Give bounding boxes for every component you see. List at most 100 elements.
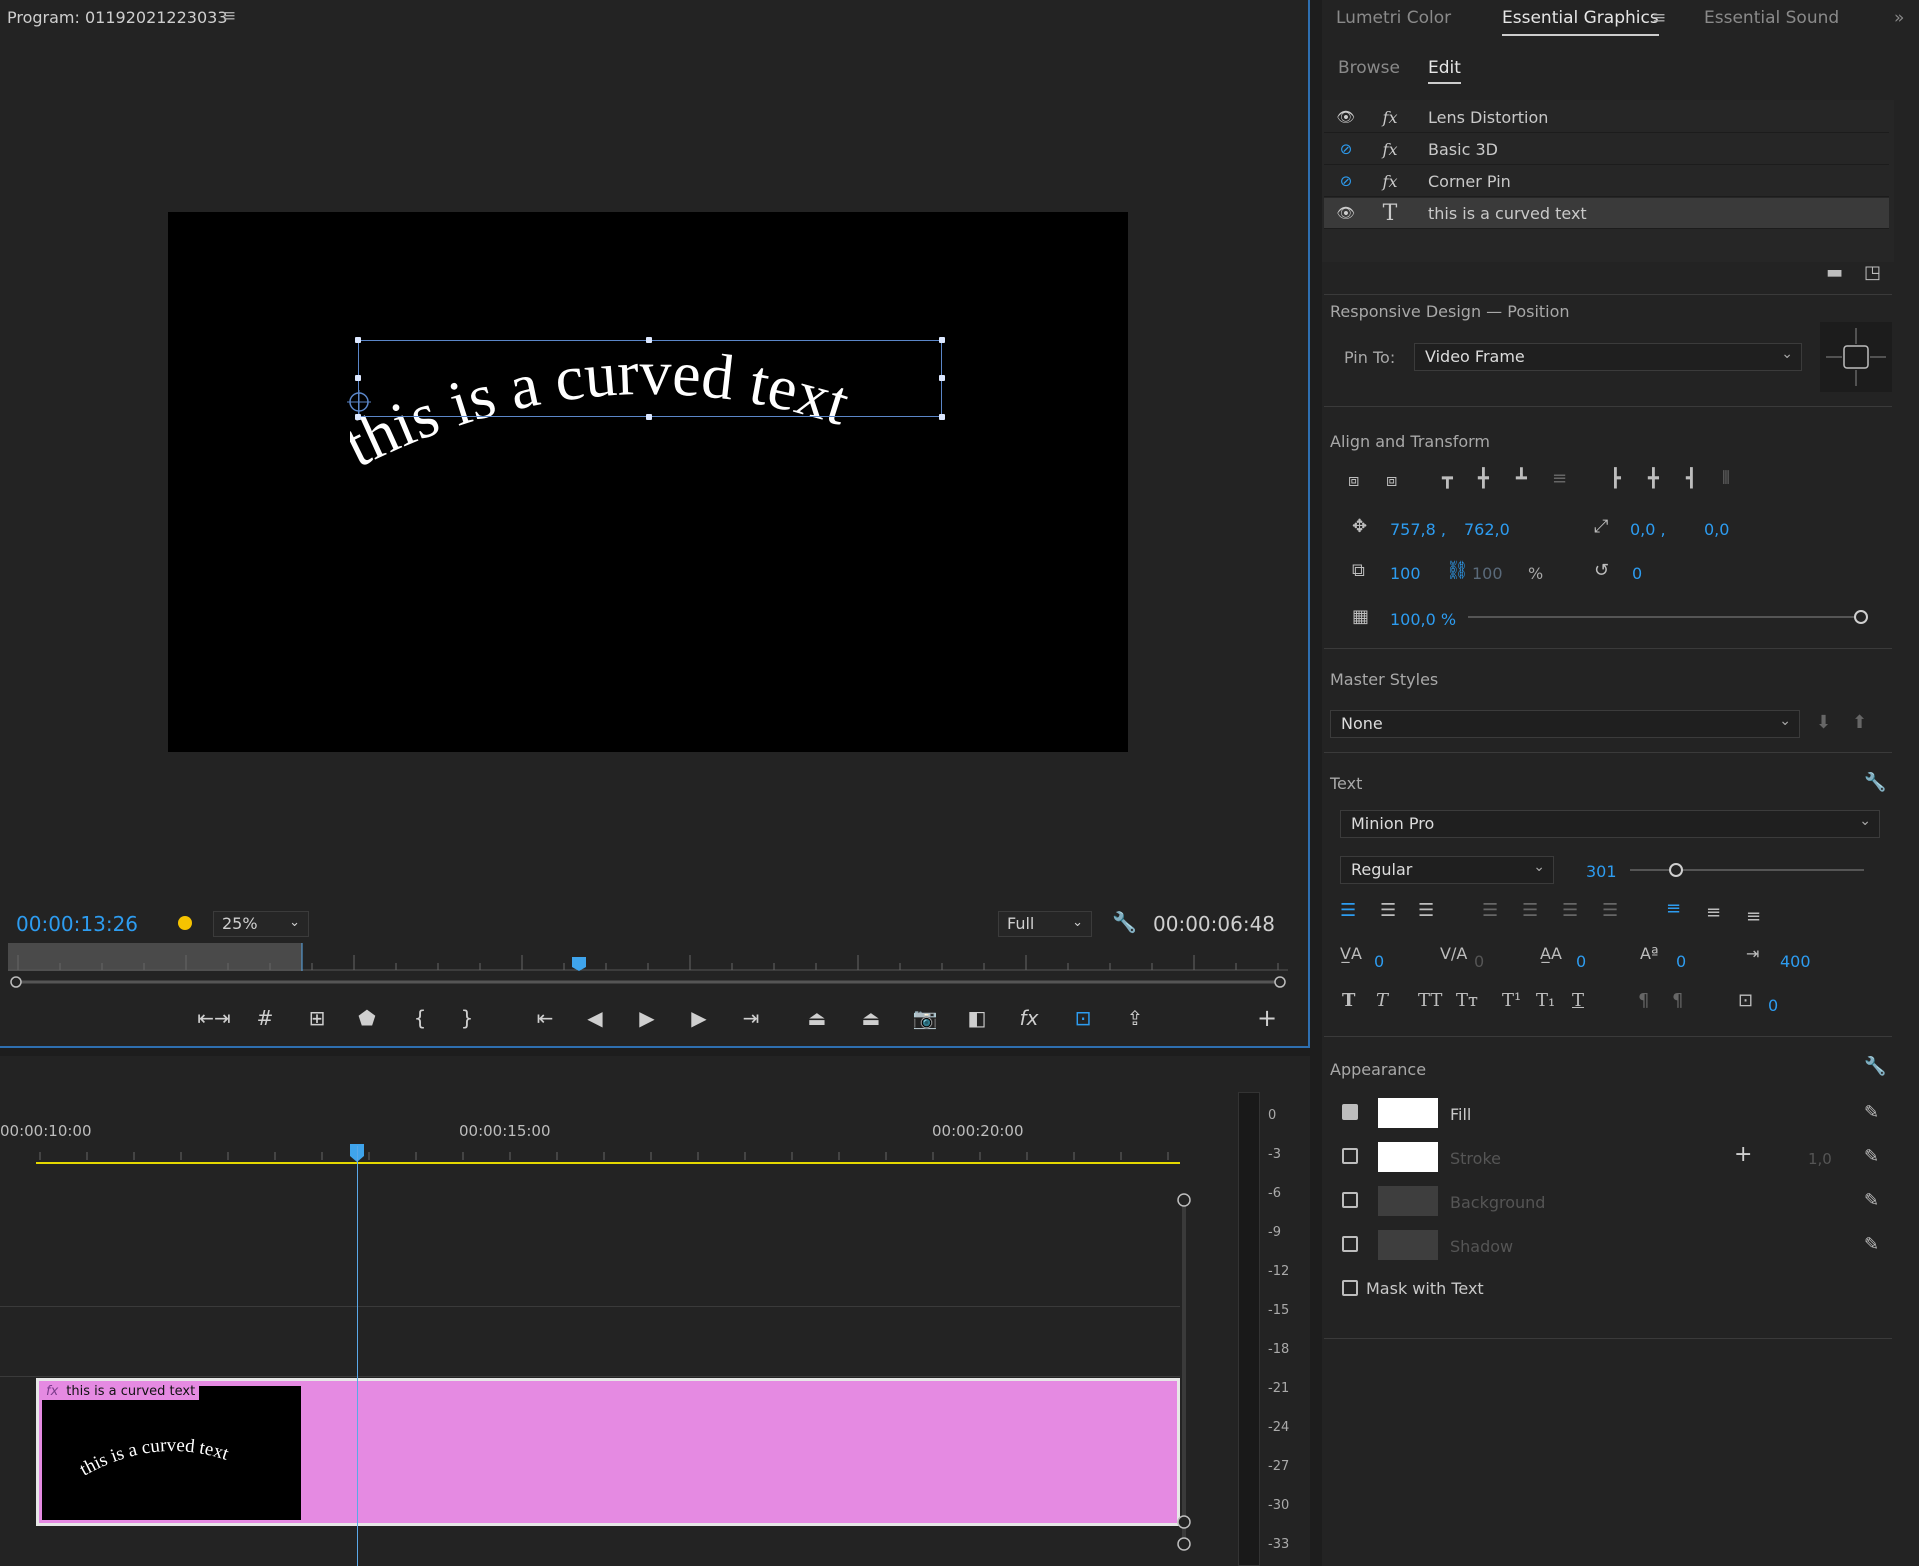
resize-handle[interactable] — [939, 337, 945, 343]
eyedropper-icon[interactable]: ✎ — [1864, 1234, 1879, 1255]
faux-italic-icon[interactable]: T — [1376, 990, 1388, 1011]
faux-bold-icon[interactable]: T — [1342, 990, 1355, 1011]
align-left-icon[interactable]: ┣ — [1610, 468, 1621, 489]
eye-icon[interactable]: 👁 — [1324, 204, 1368, 222]
background-color-swatch[interactable] — [1378, 1186, 1438, 1216]
align-bottom-icon[interactable]: ┻ — [1516, 468, 1527, 489]
panel-menu-icon[interactable]: ≡ — [1652, 8, 1666, 28]
step-back-icon[interactable]: ◀ — [580, 1000, 610, 1036]
rotation-value[interactable]: 0 — [1632, 564, 1642, 583]
resize-handle[interactable] — [939, 414, 945, 420]
eye-icon[interactable]: 👁 — [1324, 108, 1368, 126]
stroke-checkbox[interactable] — [1342, 1148, 1358, 1164]
vr-video-icon[interactable]: ◧ — [962, 1000, 992, 1036]
small-caps-icon[interactable]: Tᴛ — [1456, 990, 1478, 1011]
appearance-wrench-icon[interactable]: 🔧 — [1864, 1056, 1886, 1077]
superscript-icon[interactable]: T¹ — [1502, 990, 1521, 1011]
center-align-text-vertically-icon[interactable]: ≡ — [1706, 902, 1721, 923]
align-horizontal-center-frame-icon[interactable]: ⧈ — [1386, 470, 1397, 491]
subscript-icon[interactable]: T₁ — [1536, 990, 1555, 1011]
export-frame-icon[interactable]: 📷 — [910, 1000, 940, 1036]
font-size-value[interactable]: 301 — [1586, 862, 1617, 881]
playhead-marker[interactable] — [572, 957, 586, 971]
new-layer-icon[interactable]: ◳ — [1864, 262, 1881, 283]
program-time-ruler[interactable] — [8, 943, 1288, 973]
align-top-icon[interactable]: ┳ — [1442, 468, 1453, 489]
mark-in-icon[interactable]: { — [405, 1000, 435, 1036]
eye-hidden-icon[interactable]: ⊘ — [1324, 172, 1368, 190]
pull-from-style-icon[interactable]: ⬆ — [1852, 712, 1867, 733]
resize-handle[interactable] — [355, 375, 361, 381]
layer-row[interactable]: ⊘ fx Basic 3D — [1324, 134, 1889, 165]
all-caps-icon[interactable]: TT — [1418, 990, 1442, 1011]
baseline-value[interactable]: 0 — [1676, 952, 1686, 971]
subtab-edit[interactable]: Edit — [1428, 58, 1461, 84]
align-right-icon[interactable]: ┫ — [1686, 468, 1697, 489]
safe-margins-icon[interactable]: # — [250, 1000, 280, 1036]
mask-with-text-checkbox[interactable] — [1342, 1280, 1358, 1296]
hamburger-menu-icon[interactable]: ≡ — [222, 6, 236, 26]
resize-handle[interactable] — [646, 337, 652, 343]
more-tabs-icon[interactable]: » — [1894, 8, 1904, 28]
shadow-checkbox[interactable] — [1342, 1236, 1358, 1252]
scale-value[interactable]: 100 — [1390, 564, 1421, 583]
tab-lumetri-color[interactable]: Lumetri Color — [1336, 8, 1451, 28]
tab-essential-sound[interactable]: Essential Sound — [1704, 8, 1839, 28]
resize-handle[interactable] — [939, 375, 945, 381]
comparison-view-icon[interactable]: ⊞ — [302, 1000, 332, 1036]
resize-handle[interactable] — [355, 414, 361, 420]
align-horizontal-center-icon[interactable]: ╋ — [1648, 468, 1659, 489]
add-marker-icon[interactable]: ⬟ — [352, 1000, 382, 1036]
kerning-value[interactable]: 0 — [1374, 952, 1384, 971]
layer-row[interactable]: 👁 fx Lens Distortion — [1324, 102, 1889, 133]
position-y[interactable]: 762,0 — [1464, 520, 1510, 539]
underline-icon[interactable]: T — [1572, 990, 1584, 1011]
timeline-ruler[interactable] — [0, 1144, 1190, 1162]
pin-to-dropdown[interactable]: Video Frame ⌄ — [1414, 343, 1802, 371]
layer-row[interactable]: 👁 T this is a curved text — [1324, 198, 1889, 229]
resize-handle[interactable] — [355, 337, 361, 343]
align-text-left-icon[interactable]: ☰ — [1340, 900, 1356, 921]
playback-resolution-dropdown[interactable]: Full ⌄ — [998, 911, 1092, 937]
align-vertical-center-frame-icon[interactable]: ⧈ — [1348, 470, 1359, 491]
selection-box[interactable] — [347, 337, 945, 420]
anchor-y[interactable]: 0,0 — [1704, 520, 1729, 539]
layer-row[interactable]: ⊘ fx Corner Pin — [1324, 166, 1889, 197]
font-size-slider[interactable] — [1630, 860, 1864, 880]
export-icon[interactable]: ⇪ — [1120, 1000, 1150, 1036]
insert-icon[interactable]: ⇤⇥ — [197, 1000, 231, 1036]
top-align-text-icon[interactable]: ≡ — [1666, 898, 1681, 919]
eyedropper-icon[interactable]: ✎ — [1864, 1102, 1879, 1123]
font-style-dropdown[interactable]: Regular ⌄ — [1340, 856, 1554, 884]
add-button-icon[interactable]: + — [1252, 1000, 1282, 1036]
go-to-out-icon[interactable]: ⇥ — [736, 1000, 766, 1036]
go-to-in-icon[interactable]: ⇤ — [530, 1000, 560, 1036]
opacity-slider[interactable] — [1468, 607, 1876, 627]
align-text-right-icon[interactable]: ☰ — [1418, 900, 1434, 921]
fill-checkbox[interactable] — [1342, 1104, 1358, 1120]
push-to-style-icon[interactable]: ⬇ — [1816, 712, 1831, 733]
fx-icon[interactable]: fx — [1014, 1000, 1044, 1036]
mark-out-icon[interactable]: } — [452, 1000, 482, 1036]
text-wrench-icon[interactable]: 🔧 — [1864, 772, 1886, 793]
step-forward-icon[interactable]: ▶ — [684, 1000, 714, 1036]
tsume-value[interactable]: 0 — [1768, 996, 1778, 1015]
anchor-x[interactable]: 0,0 , — [1630, 520, 1666, 539]
subtab-browse[interactable]: Browse — [1338, 58, 1400, 78]
tab-width-value[interactable]: 400 — [1780, 952, 1811, 971]
toggle-proxies-icon[interactable]: ⊡ — [1068, 1000, 1098, 1036]
position-x[interactable]: 757,8 , — [1390, 520, 1446, 539]
zoom-dropdown[interactable]: 25% ⌄ — [213, 911, 309, 937]
lift-icon[interactable]: ⏏ — [802, 1000, 832, 1036]
resize-handle[interactable] — [646, 414, 652, 420]
tab-essential-graphics[interactable]: Essential Graphics — [1502, 8, 1659, 36]
eye-hidden-icon[interactable]: ⊘ — [1324, 140, 1368, 158]
zoom-scrollbar[interactable] — [8, 975, 1288, 989]
shadow-color-swatch[interactable] — [1378, 1230, 1438, 1260]
leading-value[interactable]: 0 — [1576, 952, 1586, 971]
eyedropper-icon[interactable]: ✎ — [1864, 1190, 1879, 1211]
link-chain-icon[interactable]: ⛓ — [1446, 560, 1469, 581]
add-stroke-icon[interactable]: + — [1734, 1142, 1752, 1167]
vertical-scrollbar[interactable] — [1176, 1192, 1192, 1552]
current-timecode[interactable]: 00:00:13:26 — [16, 912, 138, 936]
